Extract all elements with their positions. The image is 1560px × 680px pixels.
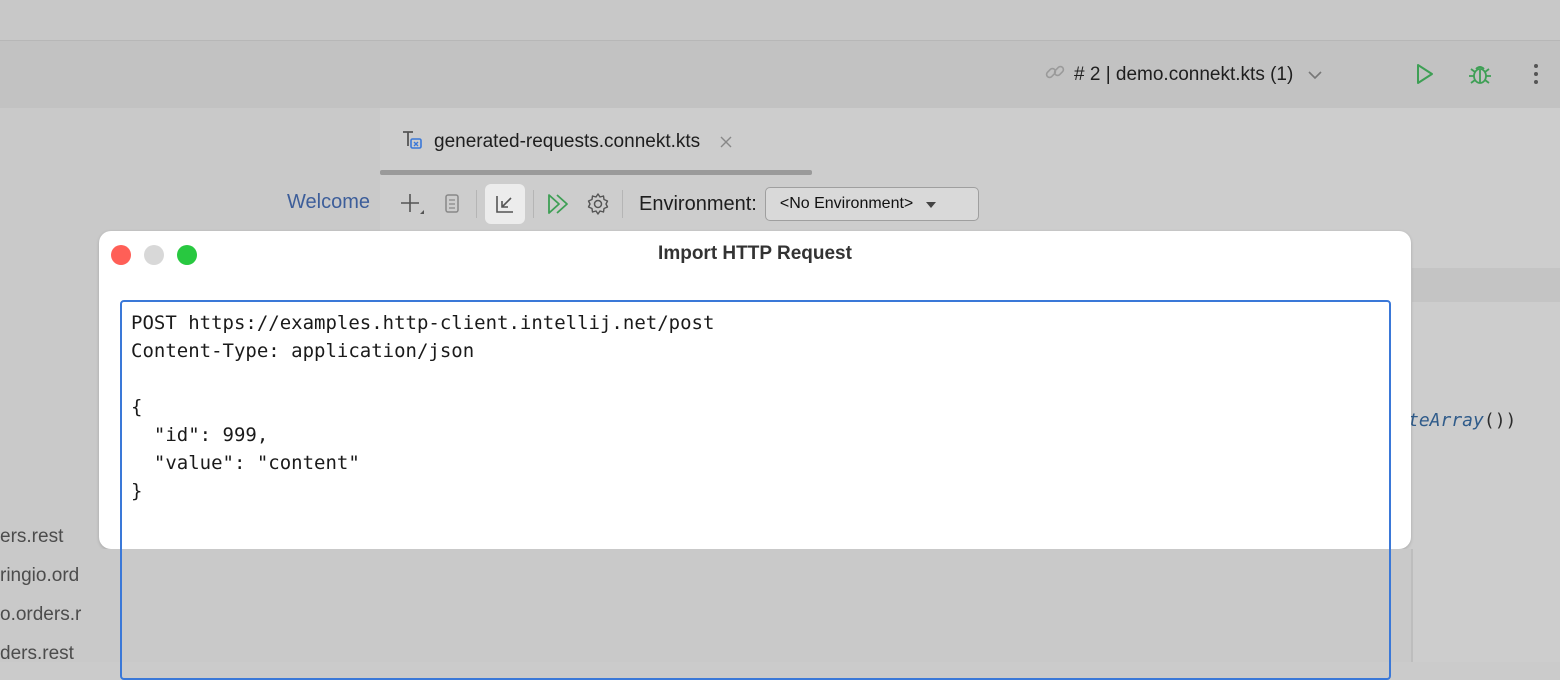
project-file-list: ers.rest ringio.ord o.orders.r ders.rest — [0, 522, 112, 678]
file-item[interactable]: ers.rest — [0, 522, 112, 561]
dialog-edge-shadow — [1411, 549, 1413, 662]
copy-icon[interactable] — [432, 184, 472, 224]
editor-gutter-strip — [1412, 268, 1560, 302]
environment-label: Environment: — [639, 192, 757, 215]
toolbar-divider — [476, 190, 477, 218]
run-icon[interactable] — [1408, 58, 1440, 90]
connekt-file-icon — [400, 127, 424, 157]
dropdown-caret-icon — [925, 197, 937, 212]
tab-generated-requests[interactable]: generated-requests.connekt.kts — [380, 122, 732, 162]
import-icon[interactable] — [485, 184, 525, 224]
toolbar-divider — [622, 190, 623, 218]
main-toolbar — [0, 41, 1560, 108]
toolbar-divider — [533, 190, 534, 218]
active-tab-indicator — [380, 170, 812, 175]
add-icon[interactable] — [392, 184, 432, 224]
request-text[interactable]: POST https://examples.http-client.intell… — [131, 309, 714, 505]
gear-icon[interactable] — [578, 184, 618, 224]
file-item[interactable]: ringio.ord — [0, 561, 112, 600]
welcome-link[interactable]: Welcome — [270, 191, 370, 214]
link-icon — [1044, 61, 1066, 89]
environment-value: <No Environment> — [779, 195, 914, 212]
run-configuration-label: # 2 | demo.connekt.kts (1) — [1074, 64, 1294, 85]
more-icon[interactable] — [1520, 58, 1552, 90]
run-all-icon[interactable] — [538, 184, 578, 224]
run-configuration-selector[interactable]: # 2 | demo.connekt.kts (1) — [1044, 60, 1323, 90]
tab-label: generated-requests.connekt.kts — [434, 131, 701, 152]
close-icon[interactable] — [720, 132, 732, 153]
title-bar — [0, 0, 1560, 41]
file-item[interactable]: o.orders.r — [0, 600, 112, 639]
dialog-title: Import HTTP Request — [658, 243, 852, 264]
code-fragment: teArray()) — [1408, 410, 1517, 431]
environment-select[interactable]: <No Environment> — [764, 187, 979, 221]
chevron-down-icon — [1307, 67, 1323, 84]
request-toolbar: Environment: <No Environment> — [380, 178, 1560, 230]
file-item[interactable]: ders.rest — [0, 639, 112, 678]
debug-icon[interactable] — [1464, 58, 1496, 90]
